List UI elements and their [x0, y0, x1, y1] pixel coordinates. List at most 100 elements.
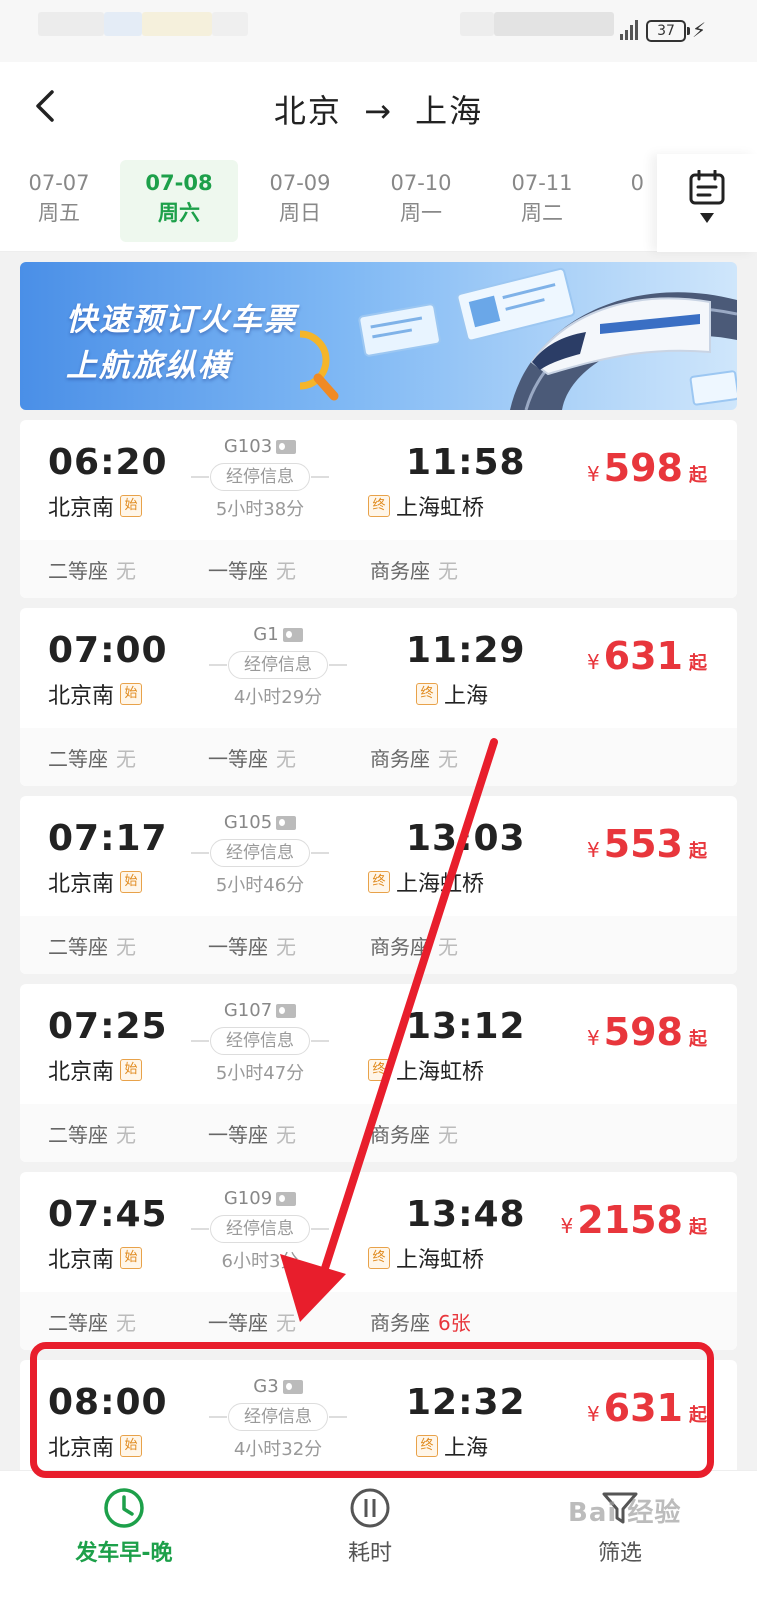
departure-station: 北京南始: [48, 490, 143, 522]
date-tab-selected[interactable]: 07-08 周六: [120, 160, 238, 242]
blurred-status-icon: [460, 12, 494, 36]
seat-second-class: 二等座无: [48, 1122, 136, 1147]
stop-info-button[interactable]: 经停信息: [191, 1027, 329, 1055]
departure-station: 北京南始: [48, 866, 143, 898]
route-title: 北京 → 上海: [0, 86, 757, 132]
route-arrow-icon: →: [364, 92, 393, 130]
date-selector: 07-07 周五 07-08 周六 07-09 周日 07-10 周一 07-1…: [0, 154, 757, 252]
train-card[interactable]: 07:45 北京南始 G109 经停信息 6小时3分 13:48 终上海虹桥 ¥…: [20, 1172, 737, 1350]
stop-info-button[interactable]: 经停信息: [191, 839, 329, 867]
blurred-status-icon: [142, 12, 212, 36]
date-tab[interactable]: 0: [604, 160, 644, 242]
departure-time: 06:20: [48, 442, 168, 483]
id-card-icon: [276, 1191, 297, 1206]
seat-business-class: 商务座无: [370, 1122, 458, 1147]
travel-duration: 6小时3分: [221, 1251, 299, 1272]
arrival-station: 终上海虹桥: [368, 1054, 484, 1086]
seat-second-class: 二等座无: [48, 746, 136, 771]
calendar-icon: [689, 170, 725, 205]
seat-second-class: 二等座无: [48, 558, 136, 583]
price: ¥553 起: [586, 822, 707, 866]
train-card[interactable]: 07:17 北京南始 G105 经停信息 5小时46分 13:03 终上海虹桥 …: [20, 796, 737, 974]
departure-time: 07:45: [48, 1194, 168, 1235]
arrival-time: 13:03: [406, 818, 526, 859]
charging-bolt-icon: ⚡: [692, 18, 707, 42]
date-tab[interactable]: 07-09 周日: [241, 160, 359, 242]
seat-availability: 二等座无 一等座无 商务座无: [20, 1104, 737, 1162]
train-info: G3 经停信息 4小时32分: [208, 1376, 348, 1461]
arrival-time: 13:12: [406, 1006, 526, 1047]
travel-duration: 5小时46分: [215, 875, 305, 896]
banner-train-illustration: linetrip: [300, 267, 737, 410]
end-tag: 终: [368, 1247, 390, 1269]
seat-first-class: 一等座无: [208, 1310, 296, 1335]
bottom-nav: 发车早-晚 耗时 筛选: [0, 1470, 757, 1600]
train-card-highlighted[interactable]: 08:00 北京南始 G3 经停信息 4小时32分 12:32 终上海 ¥631…: [20, 1360, 737, 1470]
train-number: G103: [223, 436, 273, 457]
calendar-button[interactable]: [657, 154, 757, 252]
blurred-status-icon: [494, 12, 614, 36]
price: ¥631 起: [586, 1386, 707, 1430]
price: ¥631 起: [586, 634, 707, 678]
stop-info-button[interactable]: 经停信息: [209, 1403, 347, 1431]
seat-first-class: 一等座无: [208, 558, 296, 583]
seat-availability: 二等座无 一等座无 商务座 6张: [20, 1292, 737, 1350]
id-card-icon: [276, 815, 297, 830]
end-tag: 终: [368, 495, 390, 517]
seat-availability: 二等座无 一等座无 商务座无: [20, 728, 737, 786]
id-card-icon: [276, 439, 297, 454]
price: ¥2158 起: [560, 1198, 708, 1242]
id-card-icon: [282, 627, 303, 642]
from-city: 北京: [273, 92, 342, 130]
train-card[interactable]: 07:00 北京南始 G1 经停信息 4小时29分 11:29 终上海 ¥631…: [20, 608, 737, 786]
stop-info-button[interactable]: 经停信息: [191, 463, 329, 491]
end-tag: 终: [416, 1435, 438, 1457]
train-info: G105 经停信息 5小时46分: [190, 812, 330, 897]
sort-by-duration-button[interactable]: 耗时: [290, 1487, 450, 1567]
seat-second-class: 二等座无: [48, 1310, 136, 1335]
departure-time: 07:00: [48, 630, 168, 671]
travel-duration: 4小时32分: [233, 1439, 323, 1460]
arrival-time: 12:32: [406, 1382, 526, 1423]
start-tag: 始: [120, 495, 143, 517]
train-card[interactable]: 07:25 北京南始 G107 经停信息 5小时47分 13:12 终上海虹桥 …: [20, 984, 737, 1162]
train-number: G105: [223, 812, 273, 833]
price: ¥598 起: [586, 446, 707, 490]
start-tag: 始: [120, 1435, 143, 1457]
start-tag: 始: [120, 683, 143, 705]
train-number: G1: [253, 624, 279, 645]
departure-station: 北京南始: [48, 678, 143, 710]
end-tag: 终: [416, 683, 438, 705]
seat-availability: 二等座无 一等座无 商务座无: [20, 540, 737, 598]
blurred-status-icon: [38, 12, 104, 36]
date-tab[interactable]: 07-11 周二: [483, 160, 601, 242]
seat-business-class: 商务座无: [370, 558, 458, 583]
promo-banner[interactable]: 快速预订火车票 上航旅纵横 linetrip: [20, 262, 737, 410]
train-card[interactable]: 06:20 北京南始 G103 经停信息 5小时38分 11:58 终上海虹桥 …: [20, 420, 737, 598]
sort-duration-icon: [350, 1488, 390, 1528]
status-bar: 37 ⚡: [0, 0, 757, 62]
seat-availability: 二等座无 一等座无 商务座无: [20, 916, 737, 974]
stop-info-button[interactable]: 经停信息: [209, 651, 347, 679]
arrival-station: 终上海虹桥: [368, 866, 484, 898]
stop-info-button[interactable]: 经停信息: [191, 1215, 329, 1243]
arrival-station: 终上海虹桥: [368, 490, 484, 522]
sort-by-departure-button[interactable]: 发车早-晚: [44, 1487, 204, 1567]
date-tab[interactable]: 07-07 周五: [0, 160, 118, 242]
blurred-status-icon: [104, 12, 142, 36]
blurred-status-icon: [212, 12, 248, 36]
end-tag: 终: [368, 1059, 390, 1081]
departure-station: 北京南始: [48, 1430, 143, 1462]
seat-business-class: 商务座无: [370, 934, 458, 959]
start-tag: 始: [120, 1247, 143, 1269]
arrival-time: 13:48: [406, 1194, 526, 1235]
id-card-icon: [276, 1003, 297, 1018]
arrival-station: 终上海虹桥: [368, 1242, 484, 1274]
train-number: G109: [223, 1188, 273, 1209]
date-tab[interactable]: 07-10 周一: [362, 160, 480, 242]
seat-first-class: 一等座无: [208, 1122, 296, 1147]
departure-time: 08:00: [48, 1382, 168, 1423]
arrival-station: 终上海: [416, 1430, 488, 1462]
start-tag: 始: [120, 871, 143, 893]
seat-business-class: 商务座无: [370, 746, 458, 771]
